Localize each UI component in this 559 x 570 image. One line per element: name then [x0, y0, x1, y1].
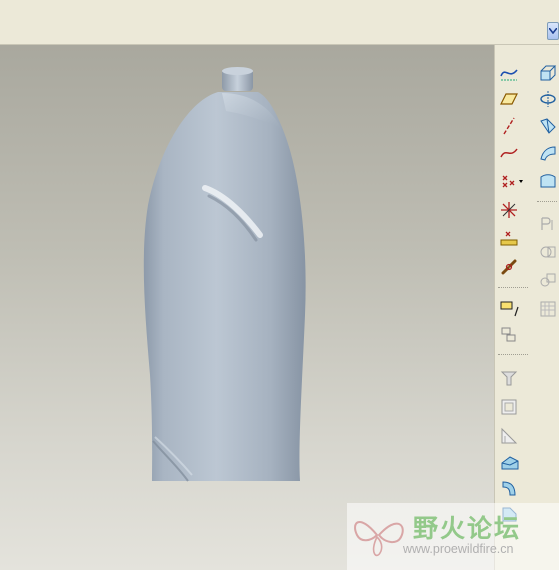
watermark: 野火论坛 www.proewildfire.cn	[347, 503, 559, 570]
round-icon[interactable]	[498, 477, 520, 499]
blend-surface-icon[interactable]	[537, 142, 559, 164]
coordinate-system-icon[interactable]	[498, 199, 520, 221]
butterfly-logo-icon	[354, 521, 404, 557]
plane-icon[interactable]	[498, 88, 520, 110]
model-viewport[interactable]	[0, 45, 494, 570]
extrude-icon[interactable]	[537, 62, 559, 84]
annotation-icon[interactable]	[498, 297, 520, 319]
bottle-model	[143, 67, 306, 482]
sweep-icon[interactable]	[537, 115, 559, 137]
point-icon[interactable]	[498, 170, 523, 192]
layer-icon[interactable]	[498, 324, 520, 346]
shell-icon[interactable]	[498, 396, 520, 418]
revolve-icon[interactable]	[537, 88, 559, 110]
watermark-url: www.proewildfire.cn	[403, 542, 514, 556]
analysis-point-icon[interactable]	[498, 228, 520, 250]
chain-icon[interactable]	[498, 256, 520, 278]
rib-icon[interactable]	[498, 425, 520, 447]
feature-toolbar	[494, 45, 559, 570]
chevron-down-icon	[549, 28, 557, 34]
blend-icon[interactable]	[498, 451, 520, 473]
pattern-icon[interactable]	[537, 269, 559, 291]
axis-icon[interactable]	[498, 115, 520, 137]
draft-icon[interactable]	[498, 367, 520, 389]
scroll-down-button[interactable]	[547, 22, 559, 40]
watermark-title: 野火论坛	[413, 514, 522, 543]
toolbar-separator	[537, 201, 557, 202]
toolbar-separator	[498, 354, 528, 355]
top-toolbar-area	[0, 0, 559, 45]
toolbar-separator	[498, 287, 528, 288]
curve-icon[interactable]	[498, 142, 520, 164]
mirror-icon[interactable]	[537, 298, 559, 320]
boundary-icon[interactable]	[537, 170, 559, 192]
merge-icon[interactable]	[537, 213, 559, 235]
trim-icon[interactable]	[537, 241, 559, 263]
sketch-curve-icon[interactable]	[498, 62, 520, 84]
